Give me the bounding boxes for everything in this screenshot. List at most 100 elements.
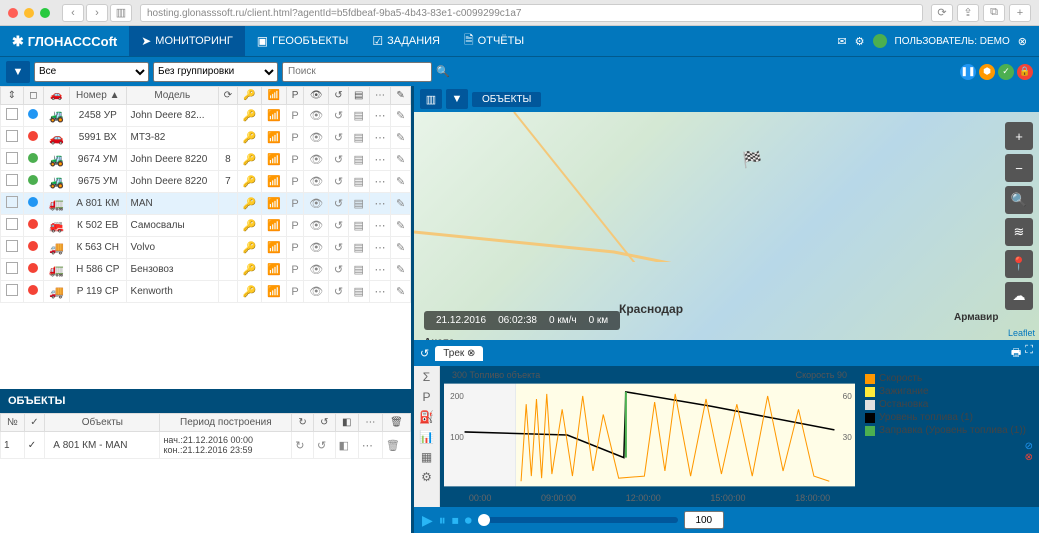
search-input[interactable]: [282, 62, 432, 82]
table-row[interactable]: 🚗5991 ВХМТЗ-82🔑📶P👁↺▤⋯✎: [1, 127, 411, 149]
search-icon[interactable]: 🔍: [436, 65, 450, 78]
col-park[interactable]: P: [286, 87, 304, 105]
reload-icon[interactable]: ↺: [334, 132, 343, 144]
park-icon[interactable]: P: [291, 286, 298, 298]
reload-icon[interactable]: ↺: [334, 198, 343, 210]
eye-icon[interactable]: 👁: [309, 132, 323, 144]
row-checkbox[interactable]: [6, 218, 18, 230]
legend-speed[interactable]: Скорость: [865, 372, 1033, 385]
legend-fuel[interactable]: Уровень топлива (1): [865, 411, 1033, 424]
park-chart-icon[interactable]: P: [422, 390, 430, 404]
more-icon[interactable]: ⋯: [374, 132, 385, 144]
row-checkbox[interactable]: [6, 152, 18, 164]
maximize-window[interactable]: [40, 8, 50, 18]
warn-status-icon[interactable]: ⬢: [979, 64, 995, 80]
lock-status-icon[interactable]: 🔒: [1017, 64, 1033, 80]
record-icon[interactable]: ⏺: [465, 512, 472, 529]
obj-col-more[interactable]: ⋯: [358, 414, 382, 432]
key-icon[interactable]: 🔑: [243, 220, 257, 232]
ok-status-icon[interactable]: ✓: [998, 64, 1014, 80]
key-icon[interactable]: 🔑: [243, 154, 257, 166]
settings-chart-icon[interactable]: ⚙: [421, 470, 432, 484]
legend-ignition[interactable]: Зажигание: [865, 385, 1033, 398]
more-icon[interactable]: ⋯: [362, 440, 373, 452]
reload-icon[interactable]: ↺: [334, 154, 343, 166]
col-model[interactable]: Модель: [126, 87, 218, 105]
col-select[interactable]: ◻: [23, 87, 43, 105]
nav-reports[interactable]: 🗎ОТЧЁТЫ: [452, 26, 536, 56]
row-checkbox[interactable]: [6, 130, 18, 142]
edit-icon[interactable]: ✎: [396, 242, 405, 254]
key-icon[interactable]: 🔑: [243, 242, 257, 254]
col-list[interactable]: ▤: [348, 87, 369, 105]
row-checkbox[interactable]: [6, 262, 18, 274]
table-row[interactable]: 🚜9674 УМJohn Deere 82208🔑📶P👁↺▤⋯✎: [1, 149, 411, 171]
tabs-icon[interactable]: ⧉: [983, 4, 1005, 22]
table-row[interactable]: 🚜2458 УРJohn Deere 82...🔑📶P👁↺▤⋯✎: [1, 105, 411, 127]
zoom-out-icon[interactable]: −: [1005, 154, 1033, 182]
nav-monitoring[interactable]: ➤МОНИТОРИНГ: [129, 26, 245, 56]
grouping-select[interactable]: Без группировки: [153, 62, 278, 82]
key-icon[interactable]: 🔑: [243, 286, 257, 298]
reload-icon[interactable]: ↺: [334, 286, 343, 298]
list-icon[interactable]: ▤: [354, 110, 364, 122]
route-icon[interactable]: 📍: [1005, 250, 1033, 278]
table-row[interactable]: 🚛А 801 КМMAN🔑📶P👁↺▤⋯✎: [1, 193, 411, 215]
user-label[interactable]: ПОЛЬЗОВАТЕЛЬ: DEMO: [895, 36, 1010, 47]
more-icon[interactable]: ⋯: [374, 154, 385, 166]
table-row[interactable]: 🚒К 502 ЕВСамосвалы🔑📶P👁↺▤⋯✎: [1, 215, 411, 237]
reload-icon[interactable]: ↺: [334, 176, 343, 188]
minimize-window[interactable]: [24, 8, 34, 18]
row-checkbox[interactable]: [6, 174, 18, 186]
list-icon[interactable]: ▤: [354, 198, 364, 210]
list-icon[interactable]: ▤: [354, 286, 364, 298]
legend-refuel[interactable]: Заправка (Уровень топлива (1)): [865, 424, 1033, 437]
nav-geoobjects[interactable]: ▣ГЕООБЪЕКТЫ: [245, 26, 361, 56]
park-icon[interactable]: P: [291, 110, 298, 122]
eye-icon[interactable]: 👁: [309, 198, 323, 210]
table-row[interactable]: 🚛Н 586 СРБензовоз🔑📶P👁↺▤⋯✎: [1, 259, 411, 281]
obj-col-refresh[interactable]: ↻: [292, 414, 314, 432]
eye-icon[interactable]: 👁: [309, 154, 323, 166]
fuel-icon[interactable]: ⛽: [419, 410, 434, 424]
edit-icon[interactable]: ✎: [396, 154, 405, 166]
object-row[interactable]: 1 ✓ А 801 КМ - MAN нач.:21.12.2016 00:00…: [1, 432, 411, 459]
list-icon[interactable]: ▤: [354, 242, 364, 254]
playback-speed-input[interactable]: [684, 511, 724, 529]
reload-icon[interactable]: ⟳: [931, 4, 953, 22]
more-icon[interactable]: ⋯: [374, 242, 385, 254]
reload-icon[interactable]: ↺: [334, 242, 343, 254]
table-row[interactable]: 🚜9675 УМJohn Deere 82207🔑📶P👁↺▤⋯✎: [1, 171, 411, 193]
edit-icon[interactable]: ✎: [396, 286, 405, 298]
list-icon[interactable]: ▤: [354, 176, 364, 188]
edit-icon[interactable]: ✎: [396, 264, 405, 276]
col-speed[interactable]: ⟳: [219, 87, 238, 105]
col-number[interactable]: Номер ▲: [69, 87, 126, 105]
park-icon[interactable]: P: [291, 220, 298, 232]
key-icon[interactable]: 🔑: [243, 132, 257, 144]
chart-icon[interactable]: 📊: [419, 430, 434, 444]
list-icon[interactable]: ▤: [354, 132, 364, 144]
col-edit[interactable]: ✎: [391, 87, 411, 105]
row-checkbox[interactable]: [6, 108, 18, 120]
map[interactable]: 🏁 Краснодар Армавир Анапа 21.12.2016 06:…: [414, 112, 1039, 340]
park-icon[interactable]: P: [291, 154, 298, 166]
row-checkbox[interactable]: [6, 284, 18, 296]
park-icon[interactable]: P: [291, 132, 298, 144]
eye-icon[interactable]: 👁: [309, 242, 323, 254]
table-row[interactable]: 🚚Р 119 СРKenworth🔑📶P👁↺▤⋯✎: [1, 281, 411, 303]
table-row[interactable]: 🚚К 563 СНVolvo🔑📶P👁↺▤⋯✎: [1, 237, 411, 259]
reload-icon[interactable]: ↺: [334, 264, 343, 276]
more-icon[interactable]: ⋯: [374, 176, 385, 188]
logout-icon[interactable]: ⊗: [1018, 35, 1027, 48]
map-columns-icon[interactable]: ▥: [420, 89, 442, 109]
col-expand[interactable]: ⇕: [1, 87, 24, 105]
eye-icon[interactable]: 👁: [309, 264, 323, 276]
eye-icon[interactable]: 👁: [309, 220, 323, 232]
more-icon[interactable]: ⋯: [374, 286, 385, 298]
more-icon[interactable]: ⋯: [374, 198, 385, 210]
list-icon[interactable]: ▤: [354, 220, 364, 232]
more-icon[interactable]: ⋯: [374, 220, 385, 232]
zoom-search-icon[interactable]: 🔍: [1005, 186, 1033, 214]
obj-col-undo[interactable]: ↺: [313, 414, 335, 432]
